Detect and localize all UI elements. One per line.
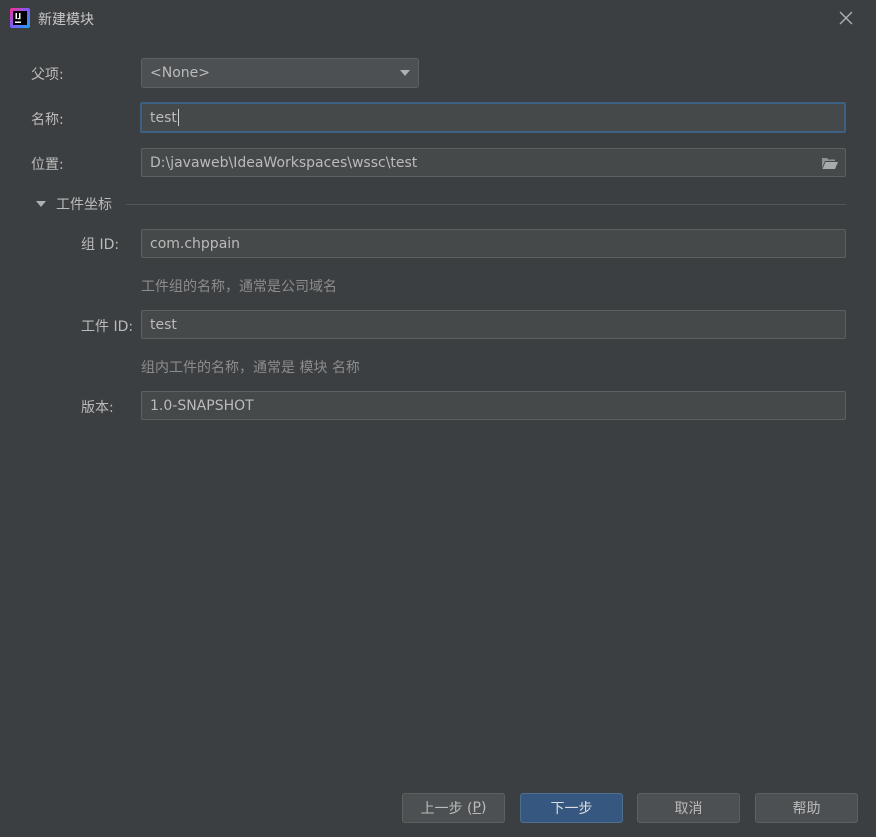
version-input-value: 1.0-SNAPSHOT (150, 397, 254, 414)
parent-label: 父项: (31, 67, 64, 83)
artifact-id-hint: 组内工件的名称，通常是 模块 名称 (141, 360, 360, 376)
close-button[interactable] (834, 6, 858, 30)
title-bar: 新建模块 (0, 0, 876, 36)
name-input-value: test (150, 109, 177, 126)
help-button[interactable]: 帮助 (755, 793, 858, 823)
location-input[interactable]: D:\javaweb\IdeaWorkspaces\wssc\test (141, 148, 846, 177)
window-title: 新建模块 (38, 12, 94, 28)
chevron-down-icon (400, 70, 410, 76)
close-icon (839, 11, 853, 25)
previous-mnemonic: P (472, 800, 481, 816)
intellij-app-icon (10, 8, 30, 28)
group-id-input[interactable]: com.chppain (141, 229, 846, 258)
artifact-coordinates-toggle[interactable]: 工件坐标 (36, 194, 112, 214)
name-label: 名称: (31, 112, 64, 128)
name-input[interactable]: test (140, 102, 846, 133)
folder-open-icon[interactable] (821, 155, 839, 171)
version-label: 版本: (81, 400, 114, 416)
artifact-id-label: 工件 ID: (81, 319, 134, 335)
group-id-label: 组 ID: (81, 237, 120, 253)
previous-button[interactable]: 上一步 (P) (402, 793, 505, 823)
cancel-button[interactable]: 取消 (637, 793, 740, 823)
next-button[interactable]: 下一步 (520, 793, 623, 823)
group-id-hint: 工件组的名称，通常是公司域名 (141, 279, 337, 295)
artifact-id-input[interactable]: test (141, 310, 846, 339)
collapse-triangle-icon (36, 201, 46, 207)
previous-button-suffix: ) (480, 800, 487, 816)
section-title: 工件坐标 (56, 197, 112, 213)
previous-button-label: 上一步 ( (420, 801, 473, 817)
group-id-input-value: com.chppain (150, 235, 241, 252)
version-input[interactable]: 1.0-SNAPSHOT (141, 391, 846, 420)
location-input-value: D:\javaweb\IdeaWorkspaces\wssc\test (150, 154, 418, 171)
location-label: 位置: (31, 157, 64, 173)
text-caret (177, 109, 179, 126)
artifact-id-input-value: test (150, 316, 177, 333)
parent-select[interactable]: <None> (141, 58, 419, 88)
parent-select-value: <None> (150, 65, 210, 81)
section-divider (126, 204, 846, 205)
